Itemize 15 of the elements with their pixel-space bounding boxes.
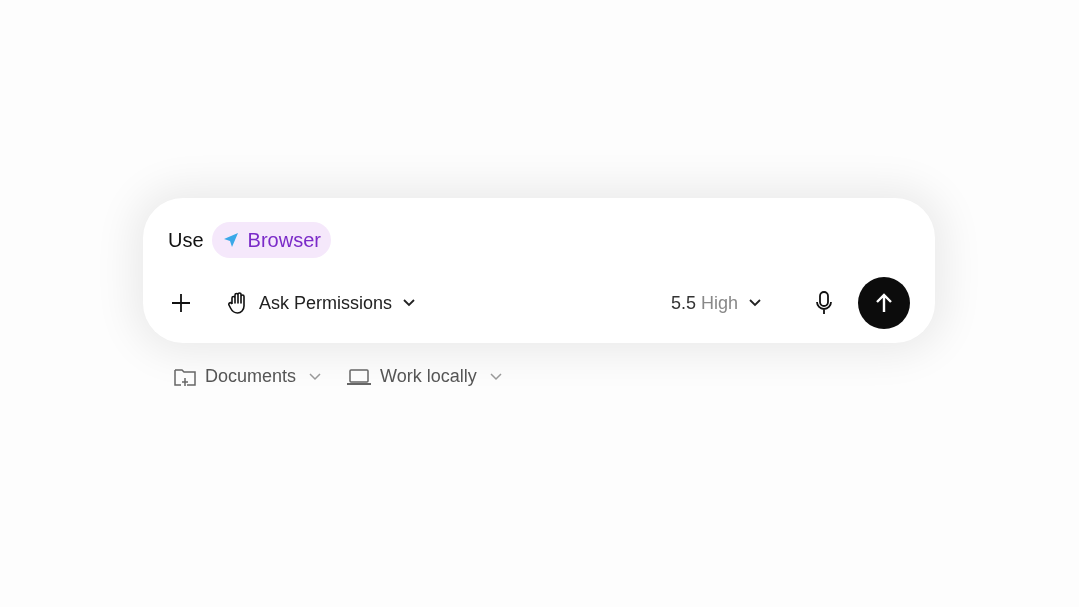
chevron-down-icon [748, 298, 762, 308]
send-button[interactable] [858, 277, 910, 329]
folder-selector[interactable]: Documents [173, 363, 323, 390]
model-selector[interactable]: 5.5 High [670, 289, 762, 317]
environment-selector[interactable]: Work locally [346, 363, 503, 390]
permissions-dropdown[interactable]: Ask Permissions [227, 289, 417, 317]
chevron-down-icon [488, 371, 503, 382]
browser-chip[interactable]: Browser [211, 222, 331, 258]
chevron-down-icon [402, 298, 417, 308]
plus-icon[interactable] [170, 292, 192, 314]
chevron-down-icon [308, 371, 323, 382]
laptop-icon [346, 366, 373, 387]
arrow-up-icon [874, 292, 894, 314]
prompt-text: Use [168, 228, 204, 253]
microphone-icon[interactable] [814, 290, 834, 316]
